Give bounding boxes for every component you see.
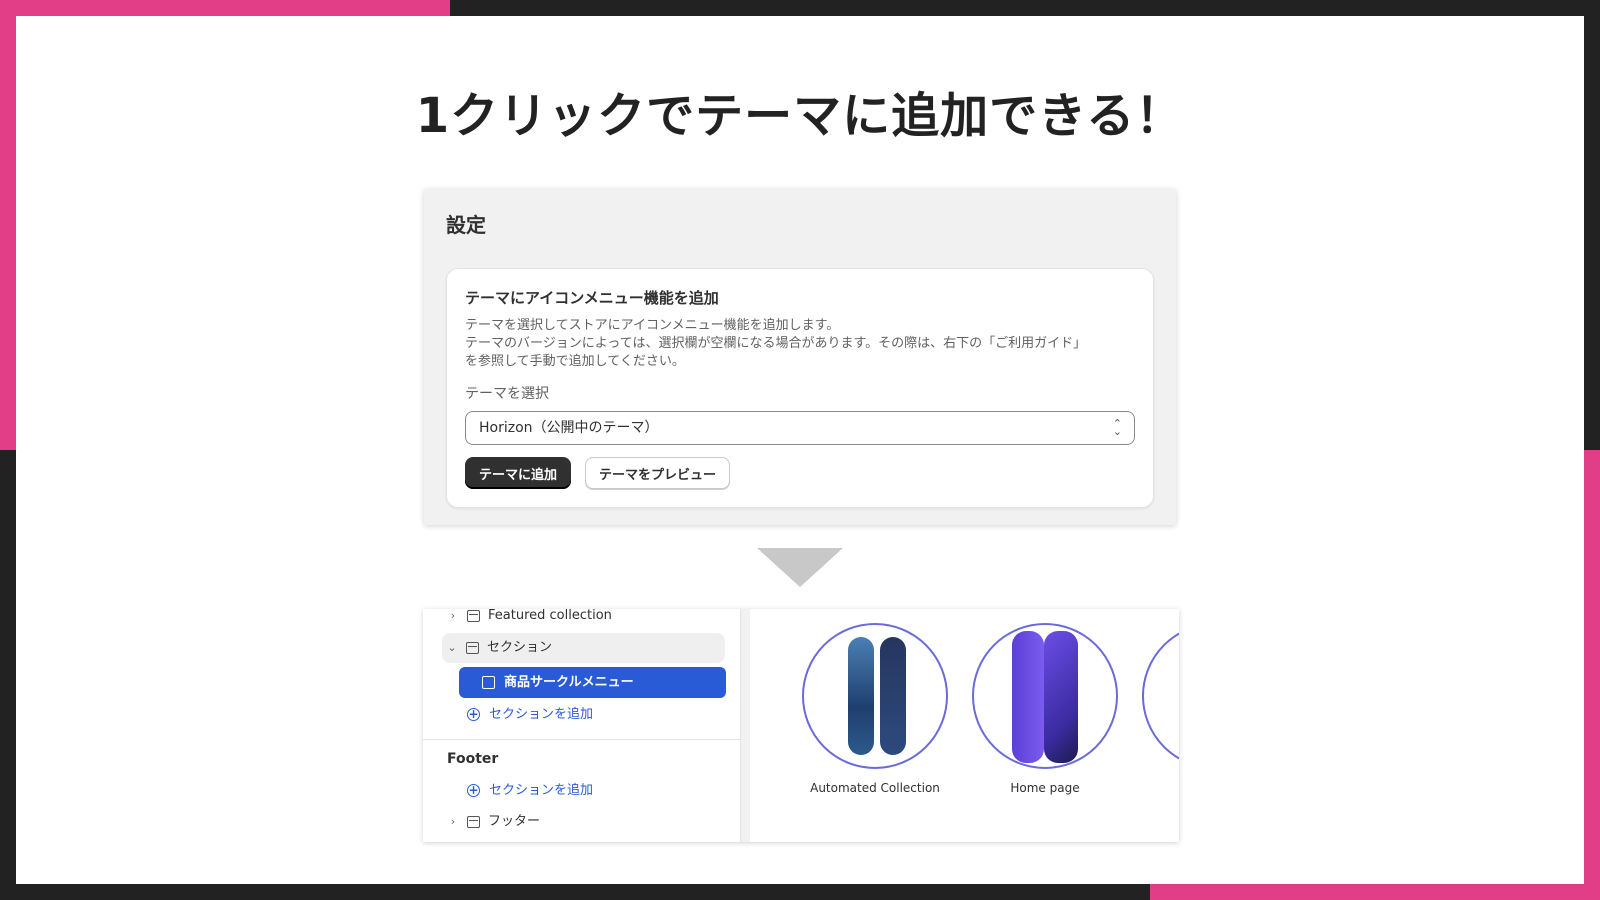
- tree-item-circle-menu-selected[interactable]: 商品サークルメニュー: [459, 667, 726, 698]
- section-tree: › Featured collection ⌄ セクション 商品サークルメニュー…: [423, 609, 741, 842]
- circle-menu-item[interactable]: Automated Collection: [800, 623, 950, 795]
- theme-select-label: テーマを選択: [465, 386, 549, 402]
- snowboard-image: [802, 623, 948, 769]
- block-icon: [482, 676, 495, 689]
- plus-circle-icon: +: [467, 707, 480, 721]
- theme-select[interactable]: Horizon（公開中のテーマ） ⌃ ⌄: [465, 411, 1135, 445]
- theme-editor: › Featured collection ⌄ セクション 商品サークルメニュー…: [423, 609, 1179, 842]
- description-line-2: テーマのバージョンによっては、選択欄が空欄になる場合があります。その際は、右下の…: [465, 336, 1087, 351]
- footer-heading: Footer: [447, 751, 499, 767]
- chevron-right-icon: ›: [450, 815, 456, 828]
- circle-menu-item-partial[interactable]: [1140, 623, 1179, 769]
- snowboard-image: [972, 623, 1118, 769]
- pane-divider: [741, 609, 750, 842]
- plus-circle-icon: +: [467, 783, 480, 797]
- section-icon: [467, 610, 480, 622]
- preview-theme-button[interactable]: テーマをプレビュー: [585, 457, 731, 489]
- chevron-down-icon: ⌄: [447, 641, 457, 654]
- circle-menu-label: Home page: [1010, 781, 1080, 795]
- preview-pane: Automated Collection Home page: [750, 609, 1179, 842]
- pink-bar-bottom-right: [1150, 884, 1600, 900]
- add-section-label: セクションを追加: [489, 783, 594, 798]
- tree-item-label: Featured collection: [488, 609, 612, 623]
- settings-title: 設定: [446, 213, 486, 237]
- tree-item-label: フッター: [488, 814, 541, 829]
- description-line-3: を参照して手動で追加してください。: [465, 354, 685, 369]
- pink-bar-top-left: [0, 0, 450, 16]
- add-section-label: セクションを追加: [489, 707, 594, 722]
- circle-menu-label: Automated Collection: [810, 781, 940, 795]
- card-title: テーマにアイコンメニュー機能を追加: [465, 289, 719, 307]
- add-to-theme-button[interactable]: テーマに追加: [465, 457, 572, 489]
- chevron-right-icon: ›: [450, 609, 456, 622]
- pink-bar-left: [0, 0, 16, 450]
- headline: 1クリックでテーマに追加できる！: [415, 88, 1185, 144]
- theme-select-value: Horizon（公開中のテーマ）: [479, 420, 659, 436]
- description-line-1: テーマを選択してストアにアイコンメニュー機能を追加します。: [465, 318, 840, 333]
- tree-item-label: 商品サークルメニュー: [504, 675, 634, 690]
- settings-panel: 設定 テーマにアイコンメニュー機能を追加 テーマを選択してストアにアイコンメニュ…: [424, 189, 1176, 525]
- tree-item-section[interactable]: ⌄ セクション: [442, 633, 725, 663]
- pink-bar-right: [1584, 450, 1600, 900]
- add-theme-card: テーマにアイコンメニュー機能を追加 テーマを選択してストアにアイコンメニュー機能…: [446, 268, 1154, 508]
- card-description: テーマを選択してストアにアイコンメニュー機能を追加します。 テーマのバージョンに…: [465, 317, 1135, 371]
- chevron-up-down-icon: ⌃ ⌄: [1112, 417, 1122, 438]
- footer-icon: [467, 816, 480, 828]
- divider: [423, 739, 740, 740]
- tree-item-label: セクション: [487, 640, 553, 655]
- section-icon: [466, 642, 479, 654]
- snowboard-image: [1142, 623, 1179, 769]
- circle-menu-item[interactable]: Home page: [970, 623, 1120, 795]
- down-arrow-icon: [757, 548, 843, 587]
